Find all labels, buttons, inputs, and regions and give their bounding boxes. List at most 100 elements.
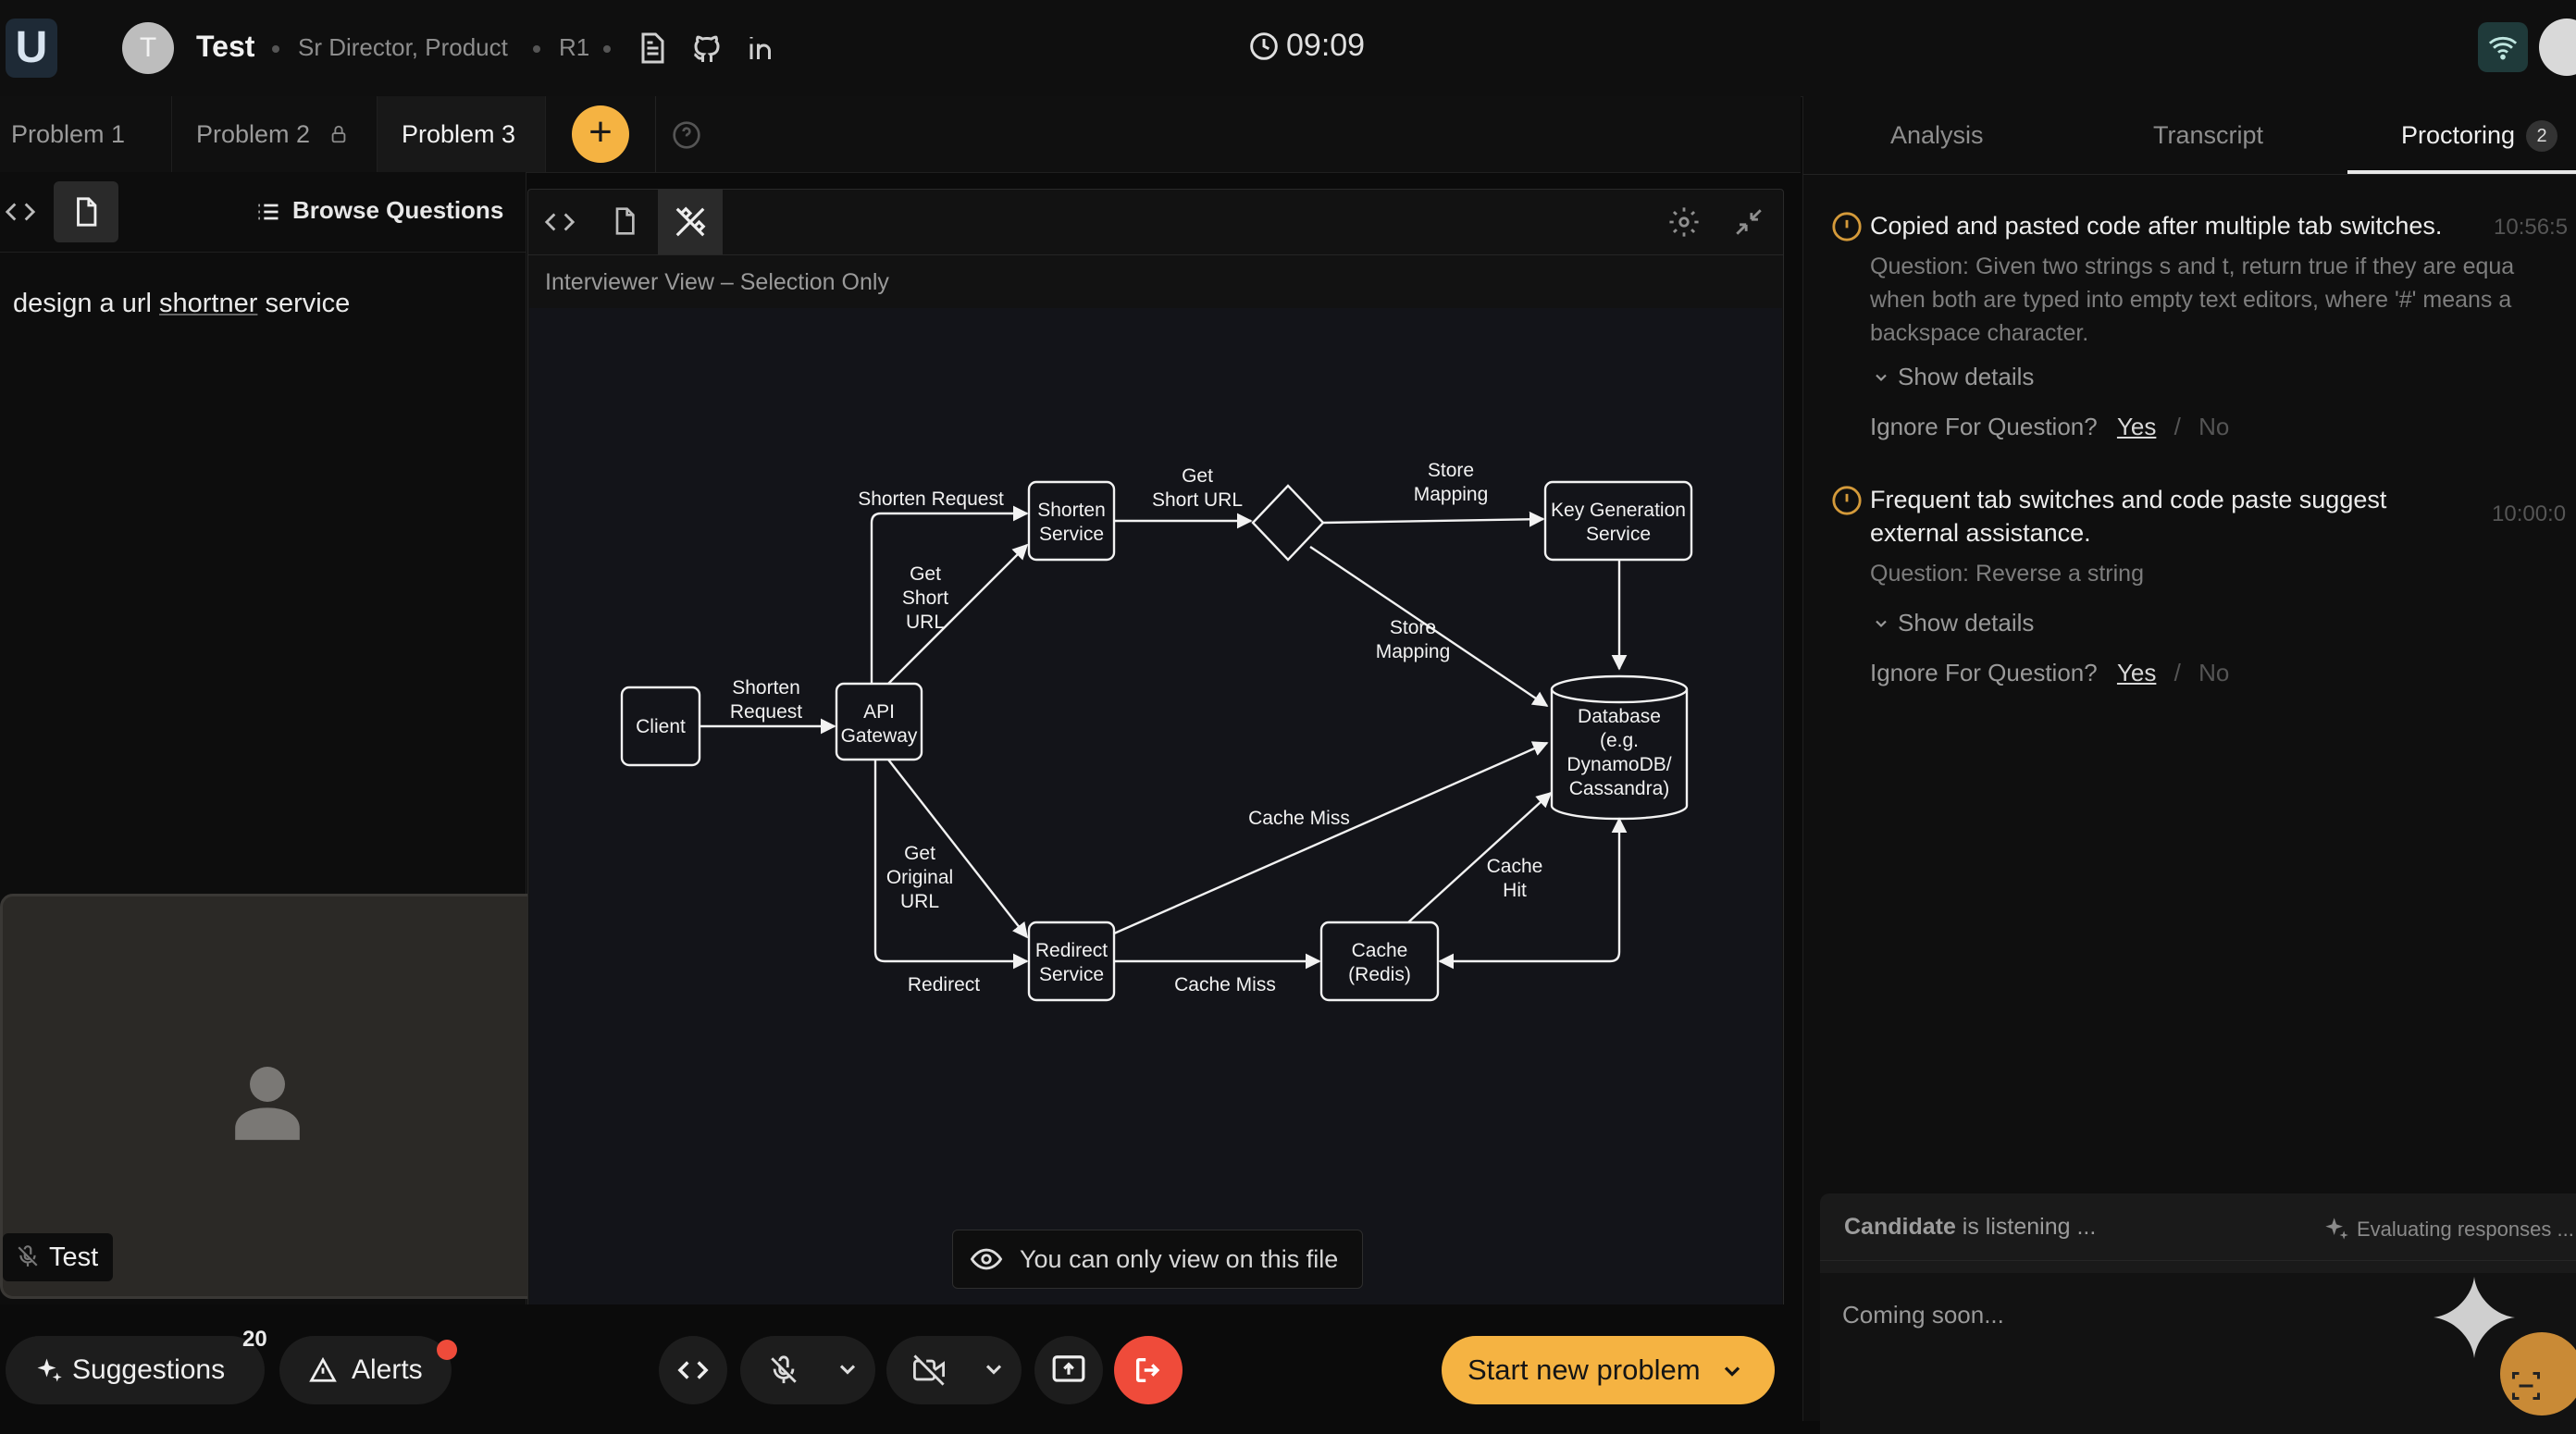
listening-header: Candidate is listening ... Evaluating re…: [1820, 1193, 2576, 1261]
tab-problem-2[interactable]: Problem 2: [176, 96, 378, 172]
participant-name-tag: Test: [3, 1233, 114, 1281]
tab-transcript[interactable]: Transcript: [2153, 96, 2263, 174]
alert-timestamp: 10:00:0: [2492, 501, 2567, 526]
evaluating-label: Evaluating responses ...: [2357, 1218, 2574, 1241]
view-mode-label: Interviewer View – Selection Only: [545, 269, 889, 295]
tab-proctoring-label: Proctoring: [2401, 121, 2516, 149]
chevron-down-icon: [1876, 374, 1887, 382]
code-icon[interactable]: [4, 196, 37, 228]
person-icon: [235, 1067, 300, 1141]
edge-label-get-short-url-3: URL: [906, 612, 945, 633]
browse-questions-button[interactable]: Browse Questions: [292, 196, 503, 225]
node-redirect-service: [1027, 921, 1116, 1002]
start-new-problem-button[interactable]: Start new problem: [1442, 1336, 1775, 1404]
wifi-icon: [2488, 36, 2518, 60]
user-avatar[interactable]: [2539, 19, 2576, 76]
ai-sparkle-icon[interactable]: [2430, 1271, 2519, 1364]
edge-label-shorten-request-2: Request: [730, 701, 802, 723]
insights-panel: Analysis Transcript Proctoring 2 Copied a…: [1802, 96, 2576, 1434]
separator-dot: [272, 45, 279, 53]
code-icon: [677, 1361, 709, 1379]
separator-dot: [533, 45, 540, 53]
alerts-button[interactable]: Alerts: [279, 1336, 452, 1404]
edge-label-get-short-1: Get: [1182, 465, 1213, 487]
settings-icon[interactable]: [1668, 206, 1700, 238]
linkedin-icon[interactable]: [746, 31, 779, 65]
chevron-down-icon[interactable]: [981, 1356, 1007, 1382]
ignore-no-link[interactable]: No: [2198, 659, 2229, 686]
scan-icon: [2512, 1372, 2540, 1400]
connection-indicator[interactable]: [2478, 22, 2528, 72]
edge-label-store-mapping-2: Mapping: [1414, 484, 1489, 505]
label-cache-2: (Redis): [1348, 964, 1411, 985]
document-view-button[interactable]: [54, 181, 118, 242]
edge-label-get-original-1: Get: [904, 843, 935, 864]
edge-label-cache-hit-2: Hit: [1503, 880, 1527, 901]
candidate-name: Test: [196, 30, 255, 63]
tab-proctoring[interactable]: Proctoring 2: [2401, 96, 2558, 174]
prompt-text-end: service: [257, 289, 351, 318]
alert-timestamp: 10:56:5: [2494, 215, 2569, 240]
code-editor-button[interactable]: [659, 1336, 727, 1404]
alert-title-line: Frequent tab switches and code paste sug…: [1870, 486, 2387, 513]
collapse-icon[interactable]: [1733, 206, 1765, 238]
ignore-no-link[interactable]: No: [2198, 413, 2229, 440]
suggestions-button[interactable]: Suggestions: [6, 1336, 265, 1404]
ignore-label: Ignore For Question?: [1870, 659, 2098, 686]
suggestions-count: 20: [242, 1327, 267, 1352]
assistant-fab[interactable]: [2500, 1332, 2576, 1415]
warning-triangle-icon: [309, 1356, 337, 1382]
label-cache-1: Cache: [1352, 940, 1408, 961]
participant-video-tile[interactable]: Test: [0, 894, 555, 1299]
ignore-separator: /: [2174, 659, 2181, 686]
question-panel: Browse Questions design a url shortner s…: [0, 172, 555, 1304]
participant-name: Test: [49, 1242, 99, 1272]
separator-dot: [603, 45, 611, 53]
show-details-label: Show details: [1898, 363, 2035, 390]
coming-soon-text: Coming soon...: [1842, 1301, 2004, 1329]
label-db-1: Database: [1578, 706, 1661, 727]
label-keygen-1: Key Generation: [1551, 500, 1686, 521]
alerts-label: Alerts: [352, 1354, 423, 1385]
view-only-text: You can only view on this file: [1020, 1245, 1339, 1273]
github-icon[interactable]: [690, 31, 724, 65]
camera-toggle[interactable]: [886, 1336, 1022, 1404]
whiteboard-panel: Interviewer View – Selection Only Client…: [527, 189, 1784, 1310]
edge-redirect-database: [1113, 741, 1549, 935]
tab-label: Problem 1: [11, 120, 126, 148]
label-redirect-2: Service: [1039, 964, 1104, 985]
show-details-toggle[interactable]: Show details: [1872, 609, 2034, 637]
alert-question-line: when both are typed into empty text edit…: [1870, 287, 2512, 313]
code-icon[interactable]: [543, 206, 576, 238]
suggestions-label: Suggestions: [72, 1354, 226, 1385]
add-problem-button[interactable]: +: [572, 105, 629, 163]
resume-icon[interactable]: [635, 31, 668, 65]
node-shorten-service: [1027, 480, 1116, 562]
help-icon[interactable]: [672, 120, 701, 150]
proctoring-count-badge: 2: [2526, 120, 2558, 152]
warning-icon: [1832, 212, 1862, 241]
document-icon[interactable]: [610, 204, 639, 238]
microphone-toggle[interactable]: [740, 1336, 875, 1404]
leave-call-button[interactable]: [1114, 1336, 1183, 1404]
tab-problem-3[interactable]: Problem 3: [378, 96, 546, 172]
ignore-for-question: Ignore For Question? Yes / No: [1870, 659, 2229, 687]
problem-tabs: Problem 1 Problem 2 Problem 3: [0, 96, 1801, 219]
share-screen-button[interactable]: [1034, 1336, 1103, 1404]
diagram-canvas: Client API Gateway Shorten Service Redir…: [529, 308, 1782, 1305]
mic-off-icon: [771, 1355, 797, 1384]
label-gateway-2: Gateway: [841, 725, 918, 747]
ignore-yes-link[interactable]: Yes: [2117, 659, 2156, 686]
tab-problem-1[interactable]: Problem 1: [0, 96, 172, 219]
alert-question: Question: Reverse a string: [1870, 561, 2144, 587]
ignore-yes-link[interactable]: Yes: [2117, 413, 2156, 440]
tab-label: Problem 2: [196, 120, 311, 148]
whiteboard-tab-button[interactable]: [658, 190, 723, 254]
drawing-tools-icon: [675, 206, 706, 237]
edge-label-shorten-request-1: Shorten: [732, 677, 800, 698]
show-details-toggle[interactable]: Show details: [1872, 363, 2034, 391]
edge-label-get-original-2: Original: [886, 867, 953, 888]
sparkles-icon: [37, 1358, 62, 1382]
tab-analysis[interactable]: Analysis: [1890, 96, 1984, 174]
chevron-down-icon[interactable]: [835, 1356, 861, 1382]
